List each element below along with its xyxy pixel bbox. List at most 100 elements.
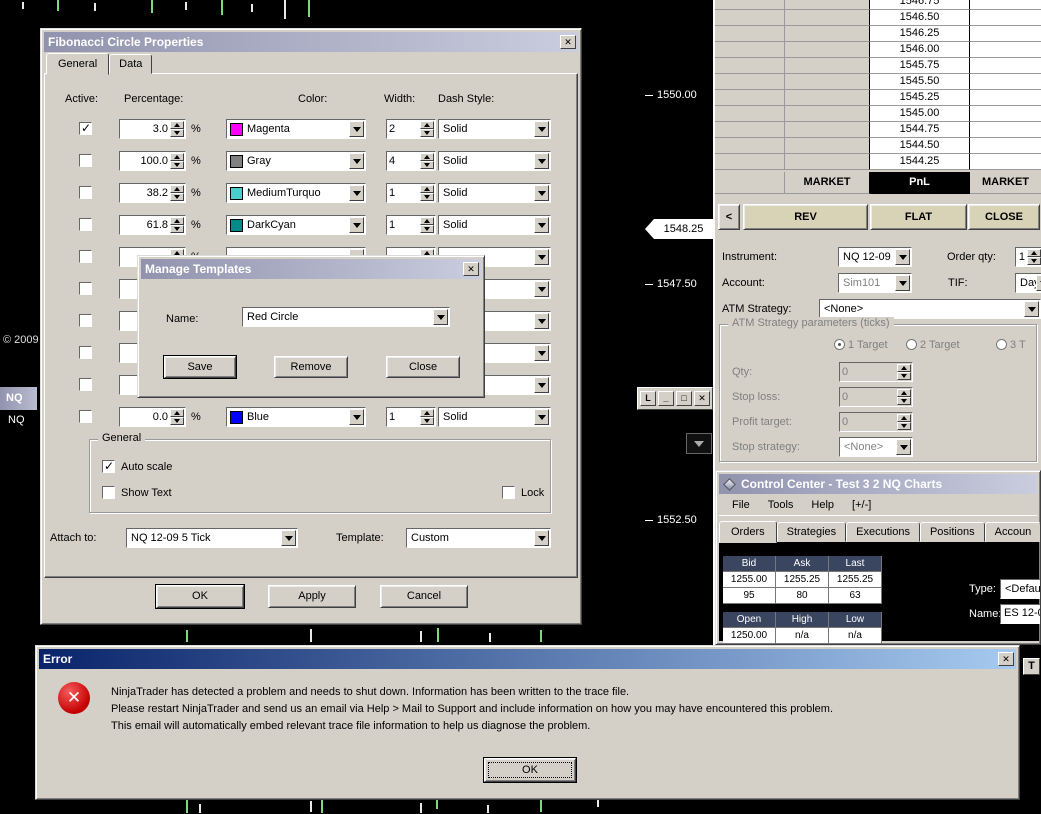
- ladder-sell-cell[interactable]: [970, 90, 1041, 106]
- dropdown-arrow-icon[interactable]: [534, 121, 549, 137]
- ladder-buy-cell[interactable]: [785, 58, 870, 74]
- ladder-buy-cell[interactable]: [785, 0, 870, 10]
- ladder-sell-cell[interactable]: [970, 58, 1041, 74]
- instrument-combo[interactable]: NQ 12-09: [838, 247, 912, 267]
- active-checkbox[interactable]: [79, 314, 92, 327]
- ok-button[interactable]: OK: [156, 585, 244, 608]
- side-toolbar-button[interactable]: T: [1023, 658, 1040, 675]
- spinner-buttons[interactable]: [170, 409, 184, 425]
- dropdown-arrow-icon[interactable]: [895, 249, 910, 265]
- spin-up-icon[interactable]: [420, 217, 434, 225]
- account-combo[interactable]: Sim101: [838, 273, 912, 293]
- spin-down-icon[interactable]: [170, 417, 184, 425]
- close-icon[interactable]: ✕: [463, 262, 479, 276]
- spin-down-icon[interactable]: [170, 161, 184, 169]
- close-icon[interactable]: ✕: [560, 35, 576, 49]
- spin-up-icon[interactable]: [1027, 249, 1041, 257]
- minimized-window-title[interactable]: NQ: [0, 387, 37, 410]
- dropdown-arrow-icon[interactable]: [534, 313, 549, 329]
- spin-down-icon[interactable]: [420, 161, 434, 169]
- name-field[interactable]: ES 12-09: [1000, 604, 1040, 624]
- spin-up-icon[interactable]: [420, 185, 434, 193]
- menu-file[interactable]: File: [723, 497, 759, 513]
- dash-style-combo[interactable]: Solid: [438, 151, 551, 171]
- spinner-buttons[interactable]: [420, 217, 434, 233]
- spin-up-icon[interactable]: [170, 217, 184, 225]
- scroll-down-button[interactable]: [686, 433, 712, 454]
- dropdown-arrow-icon[interactable]: [349, 409, 364, 425]
- manage-templates-titlebar[interactable]: Manage Templates ✕: [141, 259, 481, 279]
- ladder-buy-cell[interactable]: [785, 26, 870, 42]
- show-text-checkbox[interactable]: [102, 486, 115, 499]
- spin-down-icon[interactable]: [420, 417, 434, 425]
- market-sell-button[interactable]: MARKET: [970, 172, 1041, 194]
- active-checkbox[interactable]: [79, 121, 92, 135]
- ladder-buy-cell[interactable]: [785, 10, 870, 26]
- spin-down-icon[interactable]: [170, 193, 184, 201]
- reverse-button[interactable]: REV: [743, 204, 868, 230]
- active-checkbox[interactable]: [79, 250, 92, 263]
- dropdown-arrow-icon[interactable]: [281, 530, 296, 546]
- link-button[interactable]: L: [640, 391, 656, 406]
- dropdown-arrow-icon[interactable]: [1036, 275, 1041, 291]
- dropdown-arrow-icon[interactable]: [534, 249, 549, 265]
- width-spinner[interactable]: 1: [386, 183, 436, 203]
- ladder-price-cell[interactable]: 1544.25: [870, 154, 970, 170]
- spinner-buttons[interactable]: [170, 185, 184, 201]
- menu-help[interactable]: Help: [802, 497, 843, 513]
- error-dialog-titlebar[interactable]: Error ✕: [39, 649, 1016, 669]
- tab-strategies[interactable]: Strategies: [776, 522, 847, 542]
- tab-executions[interactable]: Executions: [846, 522, 920, 542]
- color-combo[interactable]: Magenta: [226, 119, 366, 139]
- color-combo[interactable]: MediumTurquo: [226, 183, 366, 203]
- ladder-sell-cell[interactable]: [970, 26, 1041, 42]
- dropdown-arrow-icon[interactable]: [349, 153, 364, 169]
- control-center-titlebar[interactable]: Control Center - Test 3 2 NQ Charts: [719, 474, 1037, 494]
- dropdown-arrow-icon[interactable]: [534, 377, 549, 393]
- ladder-price-cell[interactable]: 1546.75: [870, 0, 970, 10]
- ladder-price-cell[interactable]: 1545.50: [870, 74, 970, 90]
- cancel-button[interactable]: Cancel: [380, 585, 468, 608]
- spinner-buttons[interactable]: [1027, 249, 1041, 265]
- tif-combo[interactable]: Day: [1015, 273, 1041, 293]
- color-combo[interactable]: DarkCyan: [226, 215, 366, 235]
- dropdown-arrow-icon[interactable]: [349, 121, 364, 137]
- spinner-buttons[interactable]: [420, 185, 434, 201]
- target3-radio[interactable]: [996, 339, 1007, 350]
- percentage-spinner[interactable]: 100.0: [119, 151, 186, 171]
- spin-down-icon[interactable]: [420, 225, 434, 233]
- type-combo[interactable]: <Default>: [1000, 579, 1040, 599]
- dropdown-arrow-icon[interactable]: [349, 217, 364, 233]
- color-combo[interactable]: Blue: [226, 407, 366, 427]
- ladder-buy-cell[interactable]: [785, 106, 870, 122]
- width-spinner[interactable]: 1: [386, 215, 436, 235]
- ladder-price-cell[interactable]: 1545.25: [870, 90, 970, 106]
- spin-down-icon[interactable]: [170, 225, 184, 233]
- ladder-price-cell[interactable]: 1544.75: [870, 122, 970, 138]
- chart-tab-nq[interactable]: NQ: [8, 414, 25, 426]
- target2-radio[interactable]: [906, 339, 917, 350]
- percentage-spinner[interactable]: 61.8: [119, 215, 186, 235]
- active-checkbox[interactable]: [79, 154, 92, 167]
- dropdown-arrow-icon[interactable]: [534, 185, 549, 201]
- dropdown-arrow-icon[interactable]: [534, 281, 549, 297]
- dash-style-combo[interactable]: Solid: [438, 183, 551, 203]
- ladder-price-cell[interactable]: 1546.50: [870, 10, 970, 26]
- fibonacci-dialog-titlebar[interactable]: Fibonacci Circle Properties ✕: [44, 32, 578, 52]
- ladder-sell-cell[interactable]: [970, 154, 1041, 170]
- spin-up-icon[interactable]: [170, 409, 184, 417]
- spin-down-icon[interactable]: [420, 193, 434, 201]
- dropdown-arrow-icon[interactable]: [895, 275, 910, 291]
- ladder-sell-cell[interactable]: [970, 42, 1041, 58]
- spin-up-icon[interactable]: [420, 409, 434, 417]
- close-button[interactable]: ✕: [694, 391, 710, 406]
- spinner-buttons[interactable]: [420, 409, 434, 425]
- dropdown-arrow-icon[interactable]: [534, 153, 549, 169]
- dash-style-combo[interactable]: Solid: [438, 407, 551, 427]
- percentage-spinner[interactable]: 38.2: [119, 183, 186, 203]
- spin-down-icon[interactable]: [1027, 257, 1041, 265]
- dropdown-arrow-icon[interactable]: [433, 309, 448, 325]
- tab-positions[interactable]: Positions: [919, 522, 985, 542]
- dash-style-combo[interactable]: Solid: [438, 215, 551, 235]
- template-name-combo[interactable]: Red Circle: [242, 307, 450, 327]
